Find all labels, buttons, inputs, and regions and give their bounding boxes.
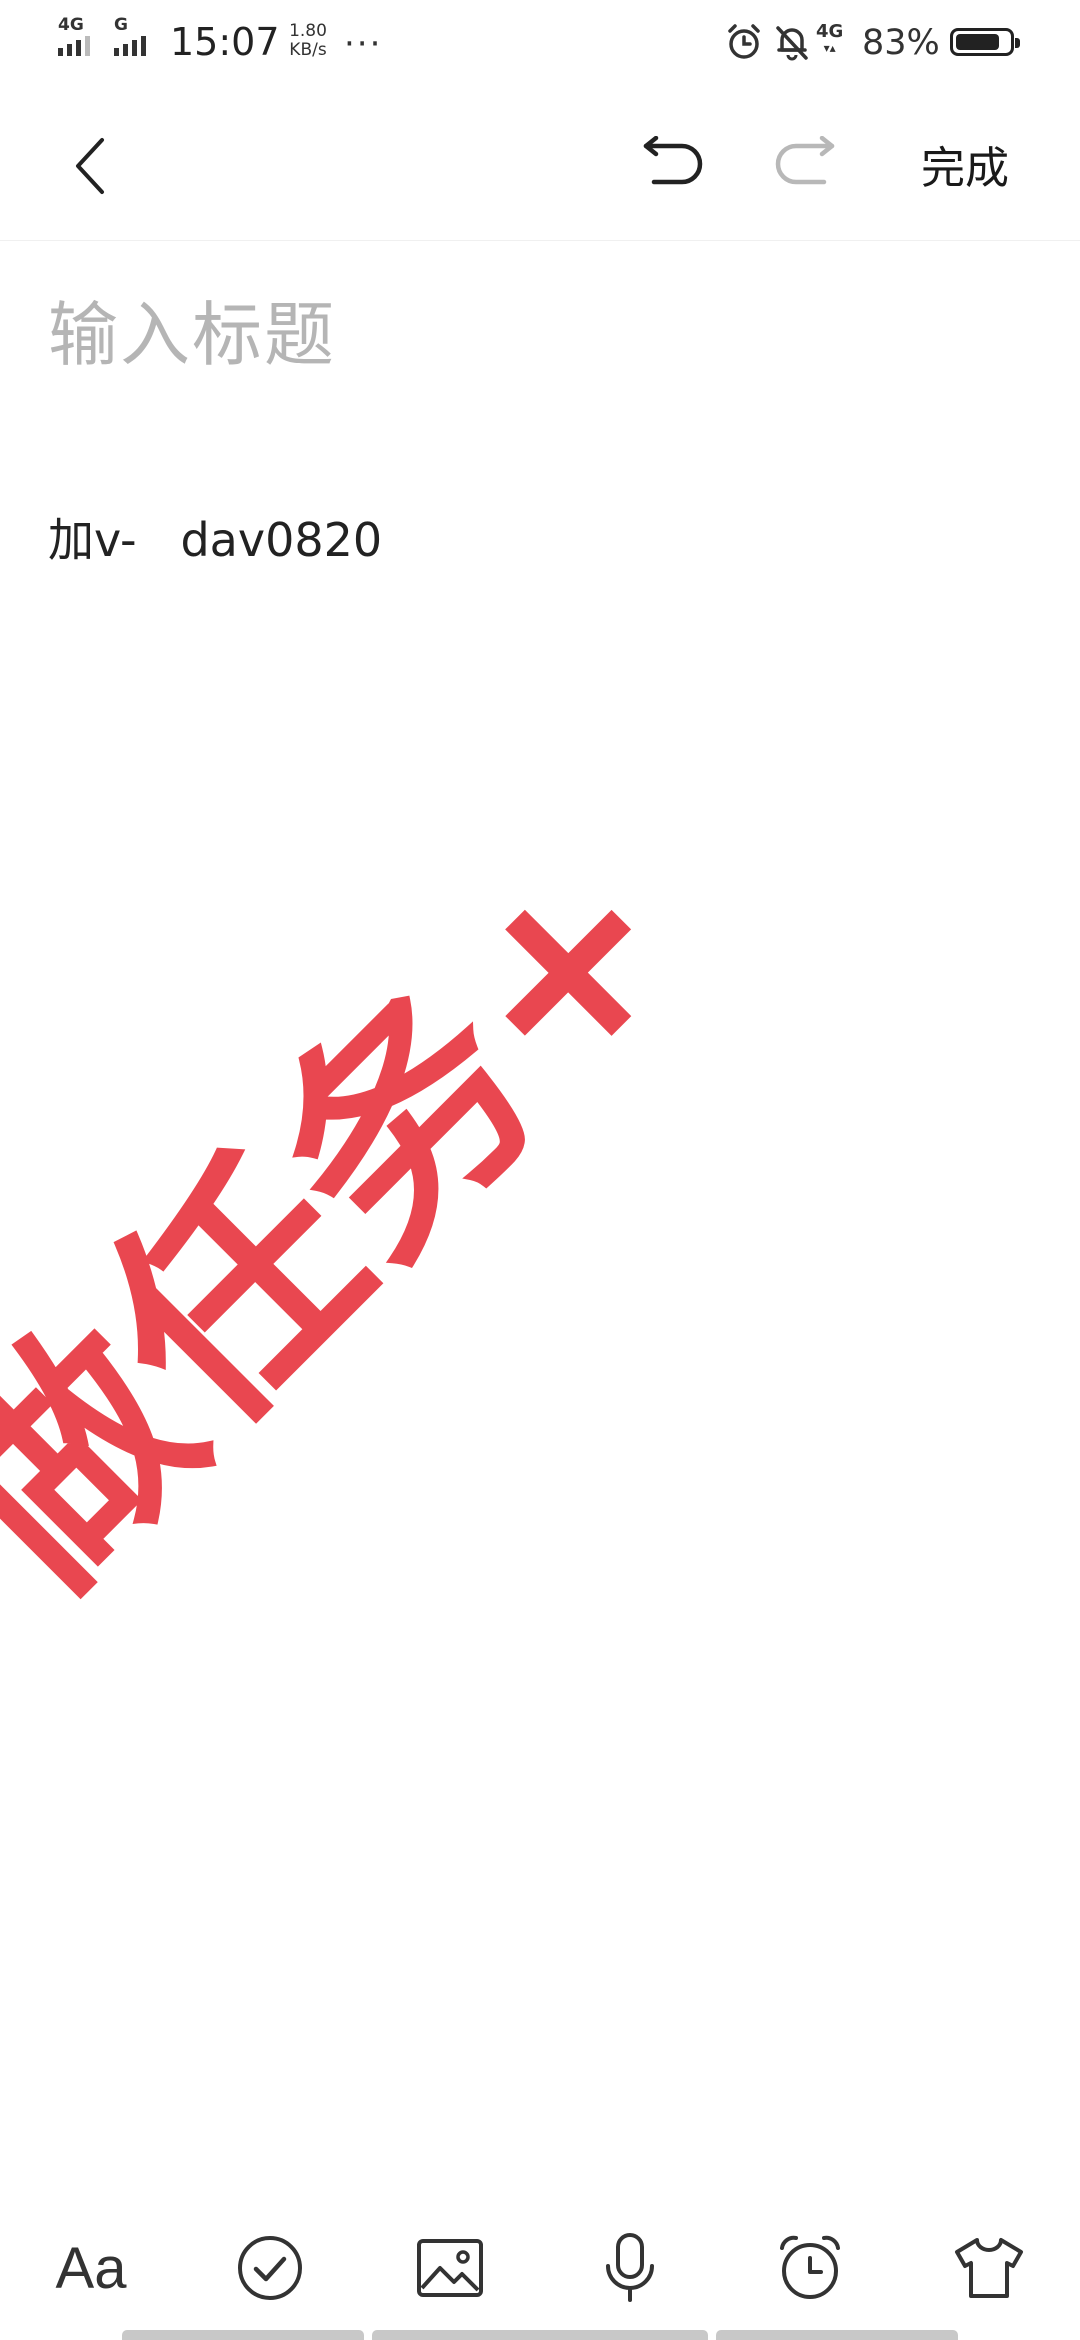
network-type-label: 4G xyxy=(816,21,844,42)
image-icon xyxy=(417,2239,483,2297)
mute-bell-icon xyxy=(772,22,812,62)
insert-image-button[interactable] xyxy=(405,2228,495,2308)
bottom-toolbar: Aa xyxy=(0,2200,1080,2330)
status-bar: 4G G 15:07 1.80 KB/s ··· 4G ▾▴ 83% xyxy=(0,0,1080,86)
signal-1-label: 4G xyxy=(58,15,84,35)
title-input[interactable]: 输入标题 xyxy=(48,290,1028,380)
alarm-clock-icon xyxy=(780,2235,840,2299)
data-arrows-icon: ▾▴ xyxy=(823,41,836,55)
undo-icon xyxy=(643,136,703,185)
checklist-button[interactable] xyxy=(225,2228,315,2308)
text-format-icon: Aa xyxy=(55,2235,127,2301)
signal-bars-icon xyxy=(114,36,146,56)
done-button[interactable]: 完成 xyxy=(900,124,1030,204)
gesture-bar-home[interactable] xyxy=(372,2330,708,2340)
clock: 15:07 xyxy=(170,20,280,64)
redo-button[interactable] xyxy=(760,124,850,204)
gesture-bar-left[interactable] xyxy=(122,2330,364,2340)
network-speed-value: 1.80 xyxy=(289,21,327,41)
battery-icon xyxy=(950,28,1020,56)
signal-bars-icon xyxy=(58,36,90,56)
alarm-icon xyxy=(724,22,764,62)
back-button[interactable] xyxy=(50,126,130,206)
more-notifications-icon: ··· xyxy=(344,24,383,64)
chevron-left-icon xyxy=(76,138,104,194)
gesture-bar-right[interactable] xyxy=(716,2330,958,2340)
mobile-data-indicator: 4G ▾▴ xyxy=(816,21,844,55)
battery-percentage: 83% xyxy=(862,23,940,63)
tshirt-icon xyxy=(955,2238,1023,2298)
check-circle-icon xyxy=(238,2236,302,2300)
reminder-button[interactable] xyxy=(765,2228,855,2308)
voice-input-button[interactable] xyxy=(585,2228,675,2308)
text-format-button[interactable]: Aa xyxy=(46,2228,136,2308)
network-speed: 1.80 KB/s xyxy=(283,22,333,60)
theme-skin-button[interactable] xyxy=(944,2228,1034,2308)
battery-level-fill xyxy=(956,34,1000,50)
watermark-text: 做任务+ xyxy=(0,797,733,1647)
network-speed-unit: KB/s xyxy=(289,40,327,60)
editor-toolbar: 完成 xyxy=(0,86,1080,241)
redo-icon xyxy=(775,136,835,185)
undo-button[interactable] xyxy=(628,124,718,204)
signal-2-label: G xyxy=(114,15,128,35)
note-body-text[interactable]: 加v- dav0820 xyxy=(48,510,1028,570)
microphone-icon xyxy=(606,2233,654,2302)
